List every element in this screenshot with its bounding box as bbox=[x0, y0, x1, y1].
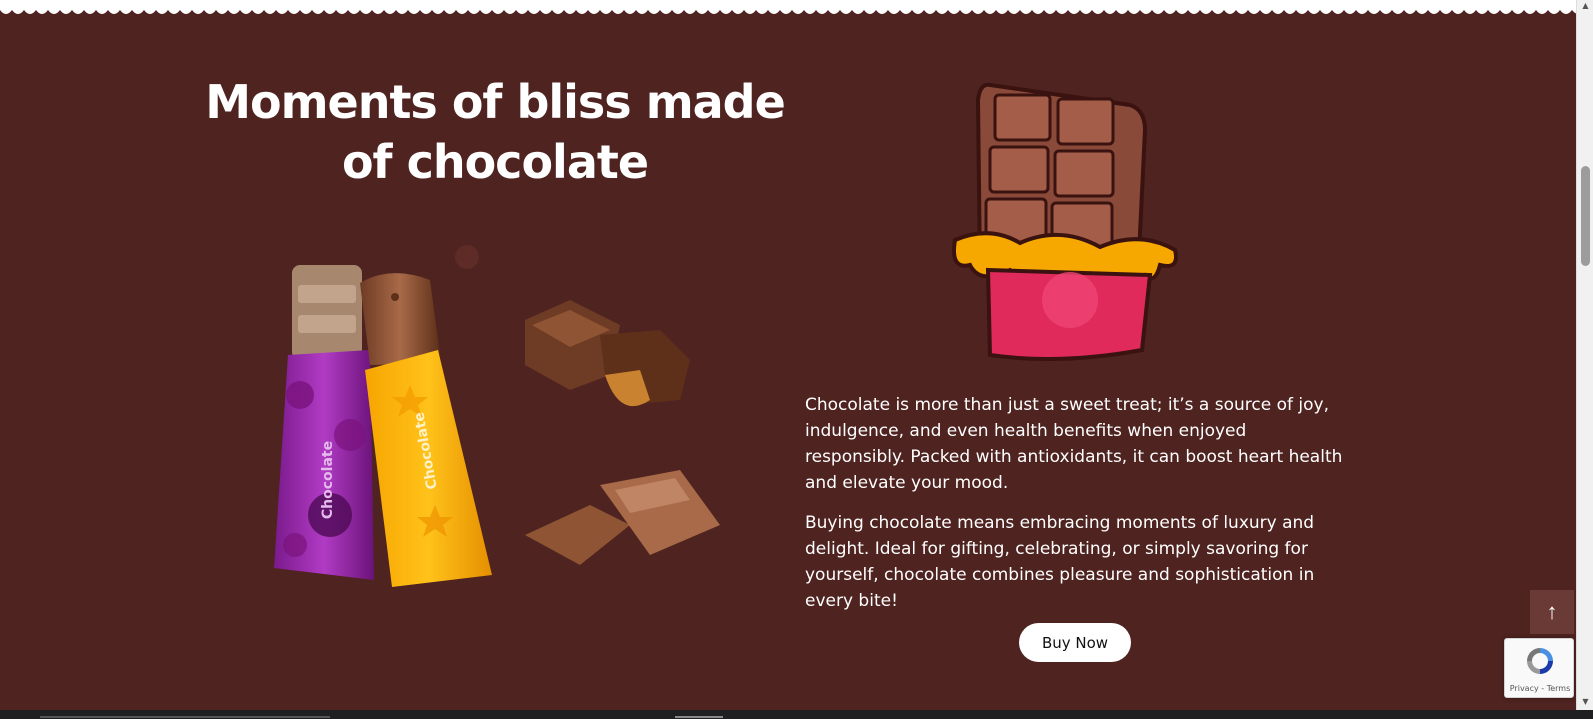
buy-now-button[interactable]: Buy Now bbox=[1019, 623, 1131, 662]
vertical-scrollbar[interactable]: ▲ ▼ bbox=[1576, 0, 1593, 710]
chocolate-section: Moments of bliss made of chocolate Choco… bbox=[0, 0, 1576, 710]
wavy-top-border bbox=[0, 0, 1576, 14]
description-paragraph-2: Buying chocolate means embracing moments… bbox=[805, 513, 1315, 611]
headline-line-1: Moments of bliss made bbox=[205, 75, 786, 129]
chocolate-bar-cartoon bbox=[952, 82, 1178, 361]
scroll-up-icon[interactable]: ▲ bbox=[1581, 2, 1590, 10]
taskbar-strip bbox=[0, 710, 1593, 719]
scrollbar-thumb[interactable] bbox=[1581, 166, 1590, 266]
section-headline: Moments of bliss made of chocolate bbox=[200, 72, 790, 192]
purple-wrapper-label: Chocolate bbox=[320, 441, 336, 519]
arrow-up-icon: ↑ bbox=[1546, 599, 1558, 624]
back-to-top-button[interactable]: ↑ bbox=[1530, 590, 1574, 634]
recaptcha-links[interactable]: Privacy - Terms bbox=[1505, 684, 1575, 693]
description-paragraph-1: Chocolate is more than just a sweet trea… bbox=[805, 395, 1343, 493]
headline-line-2: of chocolate bbox=[341, 135, 649, 189]
recaptcha-icon bbox=[1527, 648, 1553, 674]
recaptcha-badge[interactable]: Privacy - Terms bbox=[1504, 638, 1574, 698]
taskbar-item-active bbox=[675, 716, 723, 718]
chocolate-bars-illustration: Chocolate Chocolate bbox=[274, 245, 720, 587]
taskbar-item bbox=[40, 716, 330, 718]
scroll-down-icon[interactable]: ▼ bbox=[1581, 698, 1590, 706]
